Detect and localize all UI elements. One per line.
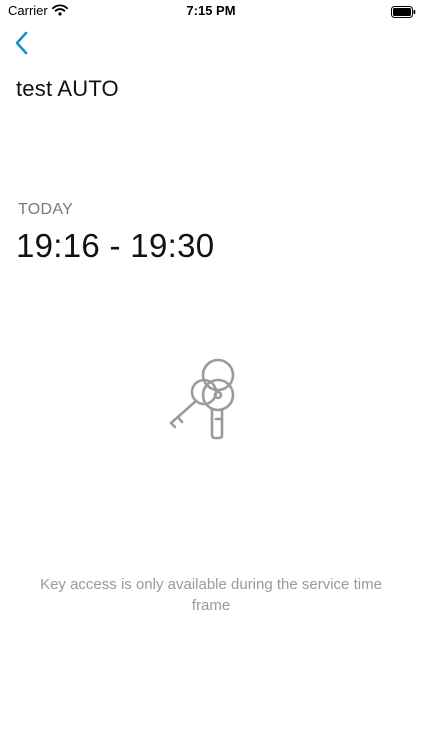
- status-time: 7:15 PM: [186, 3, 236, 18]
- time-range: 19:16 - 19:30: [16, 227, 215, 264]
- keys-icon: [166, 357, 238, 441]
- info-message: Key access is only available during the …: [40, 576, 382, 614]
- page-title: test AUTO: [16, 76, 119, 101]
- battery-icon: [391, 5, 416, 23]
- day-label: TODAY: [18, 201, 74, 218]
- back-button[interactable]: [8, 28, 36, 58]
- status-bar: Carrier 7:15 PM: [0, 0, 422, 24]
- chevron-left-icon: [15, 31, 28, 55]
